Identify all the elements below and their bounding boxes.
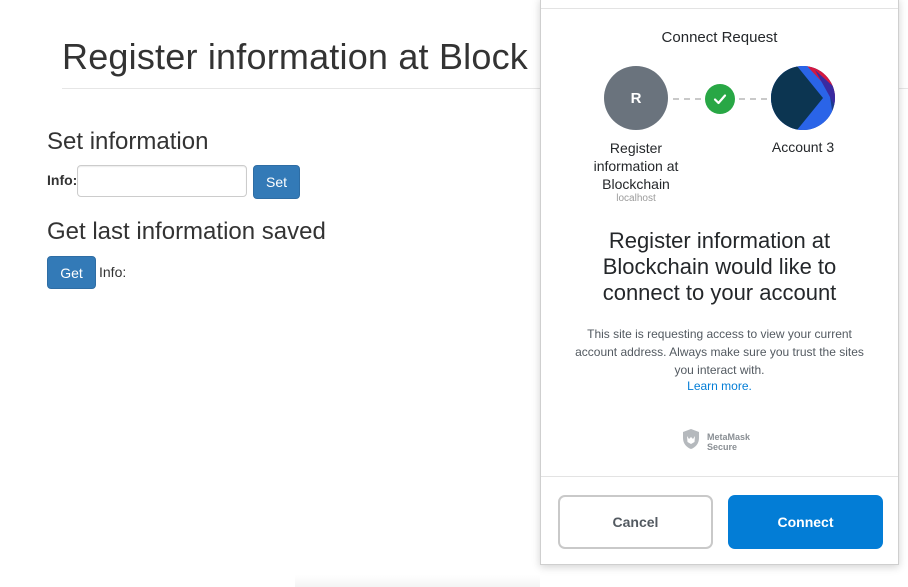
cancel-button[interactable]: Cancel (558, 495, 713, 549)
footer-divider (541, 476, 898, 477)
metamask-connect-popup: Connect Request R Register information a… (540, 0, 899, 565)
connection-dash-left (673, 98, 701, 100)
get-info-label: Info: (99, 264, 127, 280)
secure-line-1: MetaMask (707, 431, 751, 442)
set-information-heading: Set information (47, 128, 209, 155)
connect-request-title: Connect Request (661, 29, 778, 46)
permission-description: This site is requesting access to view y… (575, 327, 864, 377)
info-label: Info: (47, 172, 78, 188)
get-button[interactable]: Get (47, 256, 96, 289)
site-avatar: R (604, 66, 668, 130)
metamask-shield-icon (681, 428, 701, 455)
info-input[interactable] (77, 165, 247, 197)
connection-dash-right (739, 98, 767, 100)
metamask-secure-badge: MetaMask Secure (681, 428, 750, 455)
connect-headline: Register information at Blockchain would… (602, 228, 837, 305)
popup-top-bar (541, 0, 898, 9)
site-host: localhost (616, 193, 656, 204)
connect-button[interactable]: Connect (728, 495, 883, 549)
learn-more-link[interactable]: Learn more. (541, 379, 898, 393)
set-button[interactable]: Set (253, 165, 300, 199)
account-identicon (771, 66, 835, 130)
get-information-heading: Get last information saved (47, 218, 326, 245)
check-icon (705, 84, 735, 114)
secure-line-2: Secure (707, 441, 738, 452)
page-title: Register information at Block (62, 36, 528, 77)
account-name: Account 3 (771, 139, 835, 155)
site-name: Register information at Blockchain (593, 140, 679, 192)
page-bottom-edge (295, 575, 540, 587)
